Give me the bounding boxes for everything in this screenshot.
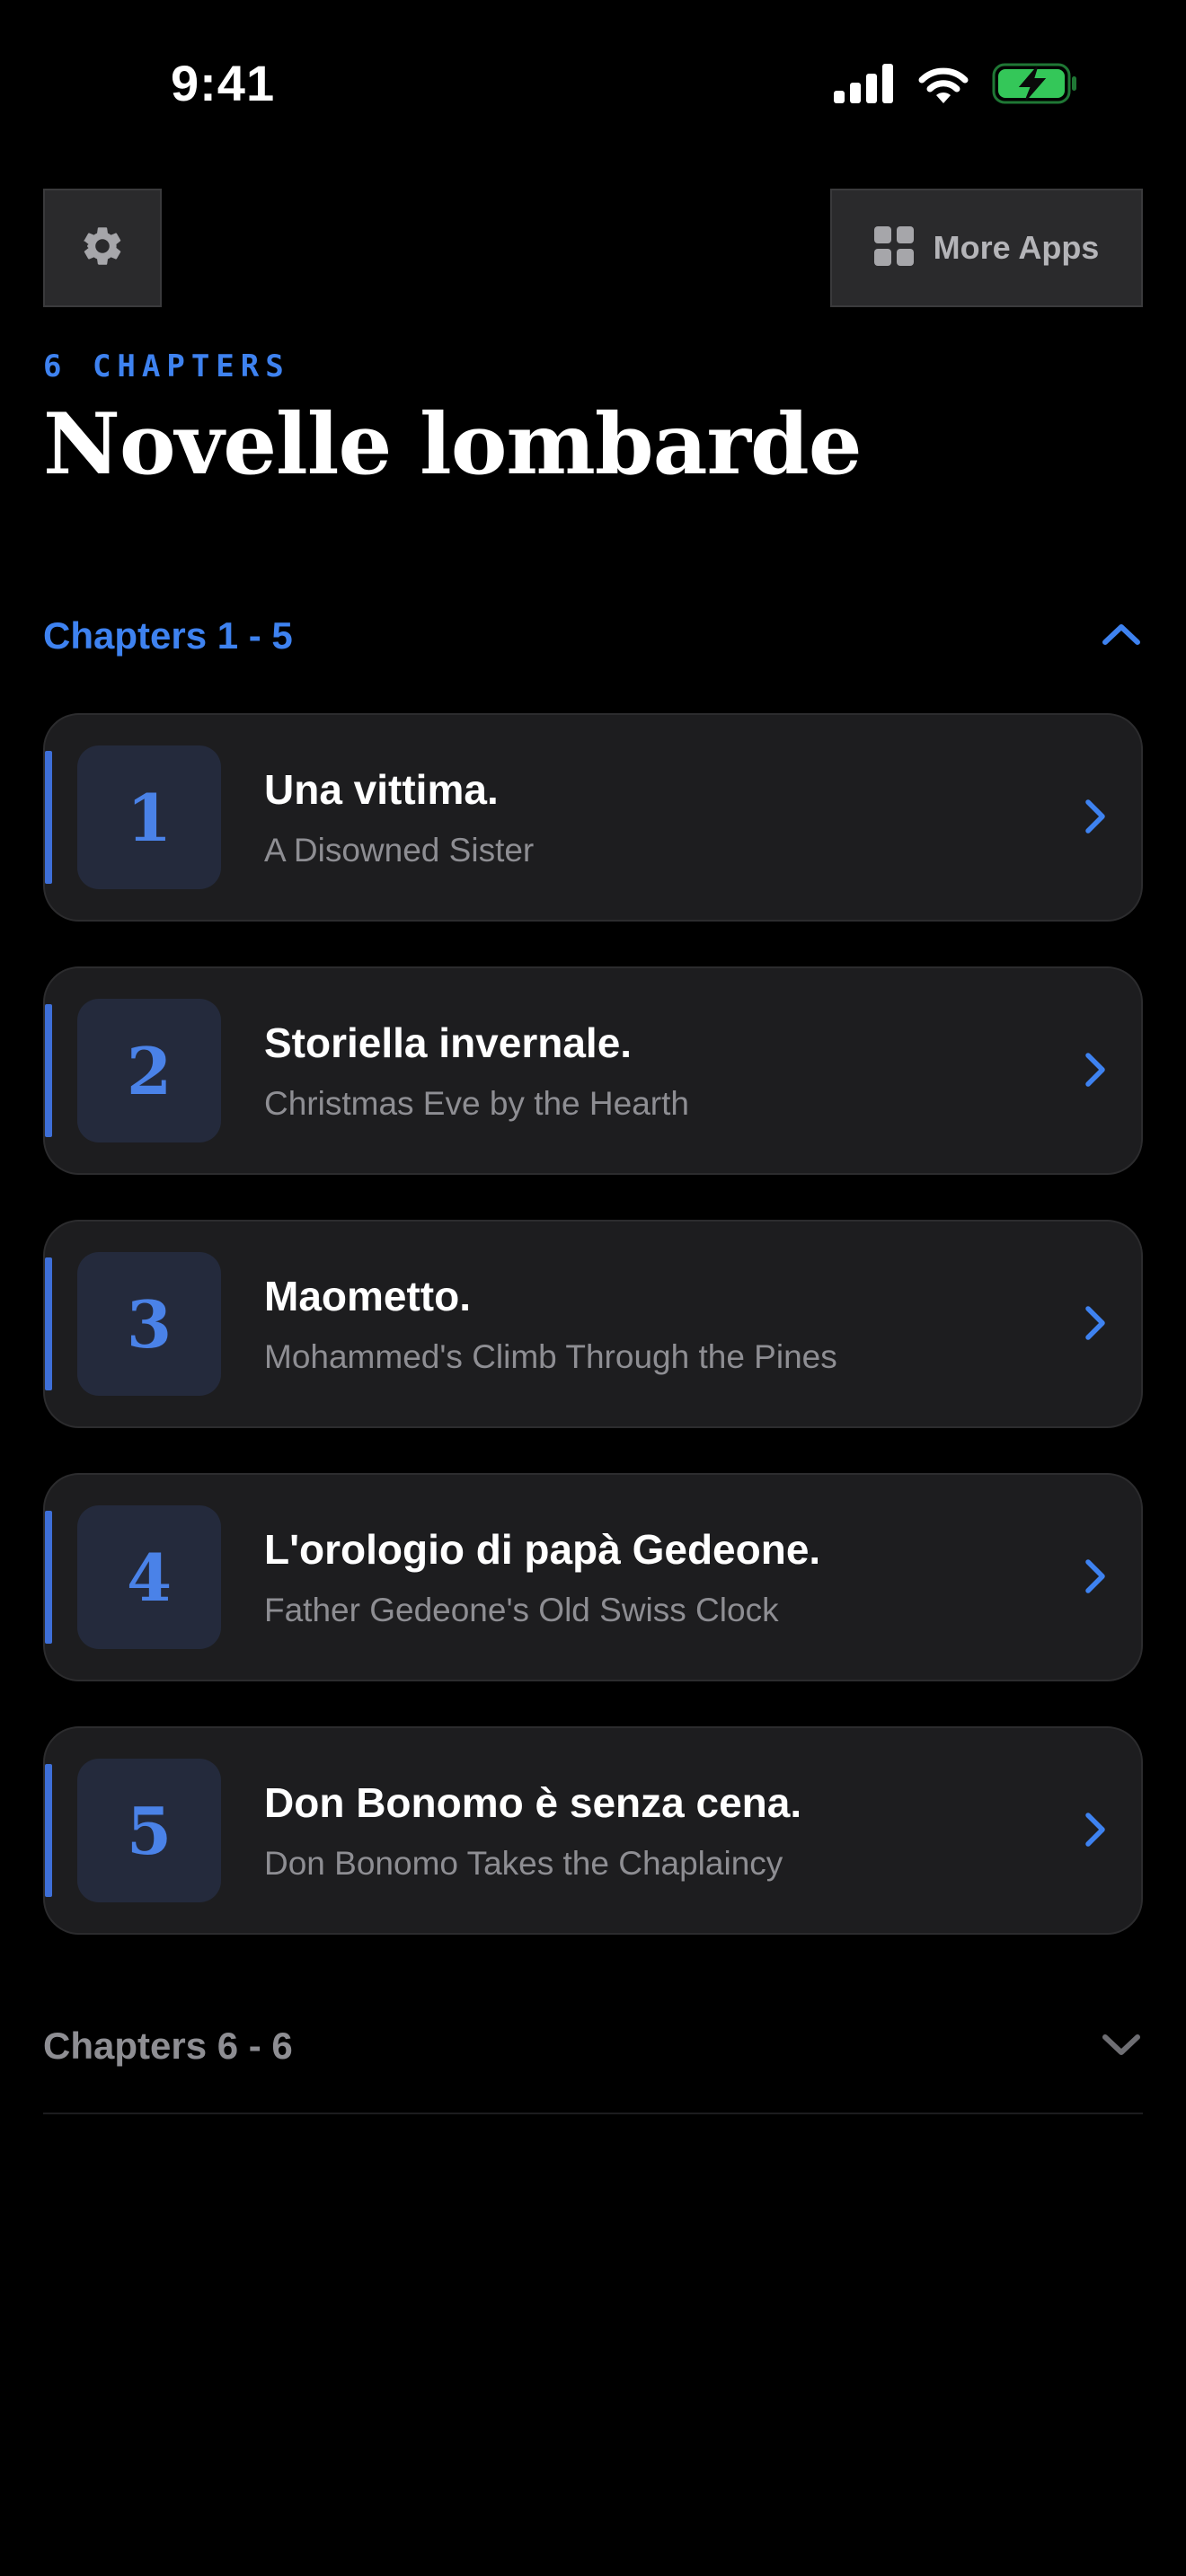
chapter-title: Maometto.	[264, 1273, 471, 1319]
chapter-card-1[interactable]: 1 Una vittima. A Disowned Sister	[43, 713, 1143, 922]
chapter-number-badge: 1	[77, 745, 221, 889]
chevron-right-icon	[1073, 1301, 1118, 1345]
chapter-number: 5	[126, 1792, 173, 1869]
accent-bar	[45, 1764, 52, 1897]
chapter-card-2[interactable]: 2 Storiella invernale. Christmas Eve by …	[43, 966, 1143, 1175]
accent-bar	[45, 1511, 52, 1644]
chapter-number-badge: 2	[77, 999, 221, 1142]
status-bar: 9:41	[0, 0, 1186, 171]
more-apps-label: More Apps	[933, 229, 1100, 266]
accent-bar	[45, 751, 52, 884]
settings-button[interactable]	[43, 189, 162, 307]
battery-icon	[992, 63, 1078, 109]
chapter-count: 6 CHAPTERS	[43, 348, 290, 384]
chapter-number-badge: 3	[77, 1252, 221, 1396]
chapter-title: Don Bonomo è senza cena.	[264, 1779, 802, 1826]
more-apps-button[interactable]: More Apps	[830, 189, 1143, 307]
chapter-number-badge: 4	[77, 1505, 221, 1649]
chapter-title: Una vittima.	[264, 766, 499, 813]
chapter-subtitle: Don Bonomo Takes the Chaplaincy	[264, 1845, 783, 1882]
chevron-right-icon	[1073, 1554, 1118, 1599]
chapter-number-badge: 5	[77, 1759, 221, 1902]
chapter-number: 2	[126, 1032, 173, 1109]
chevron-right-icon	[1073, 1807, 1118, 1852]
section-header-chapters-6-6[interactable]: Chapters 6 - 6	[43, 2010, 1143, 2082]
chevron-up-icon	[1100, 621, 1143, 652]
chevron-right-icon	[1073, 1047, 1118, 1092]
chapter-title: L'orologio di papà Gedeone.	[264, 1526, 821, 1573]
accent-bar	[45, 1257, 52, 1390]
chapter-number: 4	[126, 1539, 173, 1616]
chapter-subtitle: Mohammed's Climb Through the Pines	[264, 1338, 837, 1375]
section-header-chapters-1-5[interactable]: Chapters 1 - 5	[43, 600, 1143, 672]
chapter-title: Storiella invernale.	[264, 1019, 633, 1066]
signal-icon	[834, 64, 895, 108]
chapter-list: 1 Una vittima. A Disowned Sister 2 Stori…	[43, 713, 1143, 1980]
wifi-icon	[916, 64, 970, 108]
chapter-card-4[interactable]: 4 L'orologio di papà Gedeone. Father Ged…	[43, 1473, 1143, 1681]
chapter-subtitle: Father Gedeone's Old Swiss Clock	[264, 1592, 779, 1628]
chapter-subtitle: A Disowned Sister	[264, 832, 535, 869]
chapter-number: 3	[126, 1285, 173, 1363]
section-label: Chapters 6 - 6	[43, 2025, 293, 2067]
status-time: 9:41	[171, 55, 276, 111]
chevron-right-icon	[1073, 794, 1118, 839]
grid-icon	[873, 225, 914, 270]
chapter-number: 1	[126, 779, 173, 856]
chapter-card-3[interactable]: 3 Maometto. Mohammed's Climb Through the…	[43, 1220, 1143, 1428]
section-label: Chapters 1 - 5	[43, 614, 293, 657]
page-title: Novelle lombarde	[43, 395, 863, 494]
chevron-down-icon	[1100, 2031, 1143, 2062]
status-icons	[834, 63, 1078, 109]
section-divider	[43, 2113, 1143, 2114]
chapter-subtitle: Christmas Eve by the Hearth	[264, 1085, 689, 1122]
accent-bar	[45, 1004, 52, 1137]
gear-icon	[79, 223, 126, 274]
chapter-card-5[interactable]: 5 Don Bonomo è senza cena. Don Bonomo Ta…	[43, 1726, 1143, 1935]
